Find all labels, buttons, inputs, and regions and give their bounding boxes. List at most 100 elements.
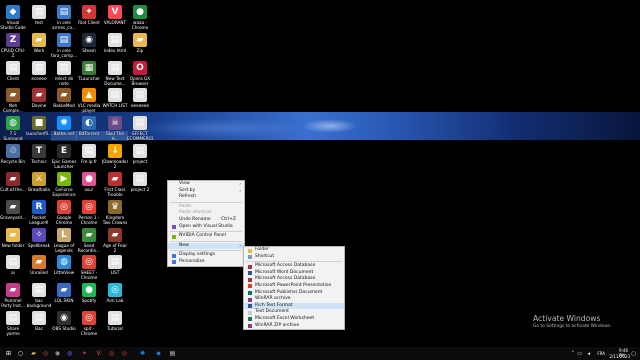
desktop-icon-label: WATCH LIST (102, 103, 128, 108)
menu-item-label: Paste (179, 203, 192, 209)
battlenet-icon[interactable]: ✺ (138, 349, 147, 358)
app-icon: R (32, 200, 46, 214)
app-icon: ■ (32, 116, 46, 130)
app-icon: ▰ (6, 200, 20, 214)
vscode-icon[interactable]: ◆ (154, 349, 163, 358)
file-explorer-icon[interactable]: ▰ (29, 349, 38, 358)
notification-icon[interactable]: ▢ (631, 351, 636, 357)
app-icon: ▤ (57, 5, 71, 19)
menu-item-microsoft-excel-worksheet[interactable]: Microsoft Excel Worksheet (244, 316, 344, 323)
menu-item-icon (248, 304, 252, 309)
desktop-icon[interactable]: ▤ Share yorme (0, 309, 26, 349)
menu-item-refresh[interactable]: Refresh (168, 194, 244, 201)
desktop-icon-label: LIST (110, 270, 120, 275)
chrome-icon[interactable]: ◎ (41, 349, 50, 358)
menu-item-icon (248, 284, 252, 289)
menu-item-microsoft-access-database[interactable]: Microsoft Access Database (244, 263, 344, 270)
menu-item-microsoft-access-database[interactable]: Microsoft Access Database (244, 276, 344, 283)
discord-icon[interactable]: ◍ (65, 349, 74, 358)
app-icon: ✺ (57, 116, 71, 130)
desktop-icon-label: Pummel Party Inst... (1, 298, 25, 308)
start-button[interactable]: ⊞ (4, 349, 13, 358)
volume-icon[interactable]: ◂ (587, 351, 590, 357)
menu-item-undo-rename[interactable]: Undo Rename Ctrl+Z (168, 217, 244, 224)
chevron-up-icon[interactable]: ˄ (572, 351, 575, 357)
desktop-icon[interactable]: ◎ spit - Chrome (76, 309, 102, 349)
desktop-icon-label: Share yorme (6, 326, 21, 336)
search-icon[interactable]: ○ (16, 349, 25, 358)
desktop-icon-label: Epic Games Launcher (51, 159, 77, 169)
app-icon: ● (133, 5, 147, 19)
app-icon: ▤ (32, 311, 46, 325)
riot-icon[interactable]: ✦ (80, 349, 89, 358)
menu-item-label: Rich Text Format (255, 302, 293, 308)
desktop-icon[interactable]: ▤ Tutorial (102, 309, 128, 349)
menu-item-personalize[interactable]: Personalize (168, 259, 244, 266)
menu-item-new[interactable]: New › (168, 242, 244, 250)
menu-item-icon (248, 255, 252, 260)
app-icon: ▰ (108, 172, 122, 186)
menu-item-winrar-archive[interactable]: WinRAR archive (244, 296, 344, 303)
app-icon: O (133, 61, 147, 75)
desktop-icon-label: Aim Lab (106, 298, 124, 303)
desktop-icon[interactable]: ◉ OBS Studio (51, 309, 77, 349)
menu-item-icon (248, 297, 252, 302)
app-icon: ▶ (57, 172, 71, 186)
valorant-icon[interactable]: V (94, 349, 103, 358)
menu-item-view[interactable]: View › (168, 181, 244, 188)
menu-item-icon (248, 277, 252, 282)
desktop-icon-label: Seed Recordin... (77, 243, 101, 253)
network-icon[interactable]: ▭ (577, 351, 582, 357)
app-icon: ▤ (6, 61, 20, 75)
clock-date[interactable]: 2/11/2023 (609, 354, 630, 359)
app-icon: ▤ (133, 144, 147, 158)
desktop-icon[interactable]: ▤ project 2 (127, 170, 153, 210)
notepad-icon[interactable]: ▤ (168, 349, 177, 358)
menu-item-label: Open with Visual Studio (179, 223, 233, 229)
desktop-icon[interactable]: ▤ Bac (26, 309, 52, 349)
activate-windows-watermark: Activate Windows Go to Settings to activ… (533, 314, 612, 329)
desktop-icon-label: Graveyard... (0, 215, 26, 220)
app-icon: ▤ (82, 144, 96, 158)
app-icon: ▲ (82, 88, 96, 102)
language-indicator[interactable]: FRA (597, 351, 605, 356)
chrome-icon-3[interactable]: ◎ (120, 349, 129, 358)
desktop-icon-label: Cult.of.the... (0, 187, 26, 192)
desktop-icon-label: Visual Studio Code (0, 20, 26, 30)
chevron-right-icon: › (239, 181, 241, 186)
menu-item-paste-shortcut: Paste shortcut (168, 210, 244, 217)
app-icon: ▰ (6, 228, 20, 242)
desktop-icon-label: League of Legends (53, 243, 76, 253)
chrome-icon-2[interactable]: ◎ (107, 349, 116, 358)
menu-item-display-settings[interactable]: Display settings (168, 252, 244, 259)
desktop-icon-label: Unrailed (30, 270, 48, 275)
app-icon: L (57, 228, 71, 242)
menu-item-label: Folder (255, 247, 269, 252)
menu-item-nvidia-control-panel[interactable]: NVIDIA Control Panel (168, 233, 244, 240)
steam-icon[interactable]: ◉ (53, 349, 62, 358)
desktop-icon-label: LOL SKIN (54, 298, 74, 303)
app-icon: ▰ (108, 228, 122, 242)
app-icon: ◍ (57, 255, 71, 269)
app-icon: ▤ (133, 172, 147, 186)
app-icon: ✧ (32, 228, 46, 242)
menu-item-microsoft-powerpoint-presentation[interactable]: Microsoft PowerPoint Presentation (244, 283, 344, 290)
menu-item-icon (248, 291, 252, 296)
menu-item-label: Microsoft Access Database (255, 276, 316, 282)
desktop-icon-label: Kingdom Two Crowns (102, 215, 128, 225)
menu-item-winrar-zip-archive[interactable]: WinRAR ZIP archive (244, 323, 344, 330)
menu-item-text-document[interactable]: Text Document (244, 309, 344, 316)
app-icon: ▤ (57, 61, 71, 75)
menu-separator (170, 240, 242, 242)
desktop-icon-label: Age of Fear 2 (103, 243, 127, 253)
desktop-icon-label: Battle.net (51, 131, 77, 141)
app-icon: ▦ (82, 61, 96, 75)
desktop-icon-label: Technic (31, 159, 47, 164)
app-icon: ▤ (108, 311, 122, 325)
app-icon: ▤ (6, 255, 20, 269)
menu-item-open-with-visual-studio[interactable]: Open with Visual Studio (168, 224, 244, 231)
menu-item-shortcut[interactable]: Shortcut (244, 254, 344, 261)
app-icon: ▰ (57, 88, 71, 102)
menu-item-folder[interactable]: Folder (244, 247, 344, 254)
menu-item-icon (248, 324, 252, 329)
